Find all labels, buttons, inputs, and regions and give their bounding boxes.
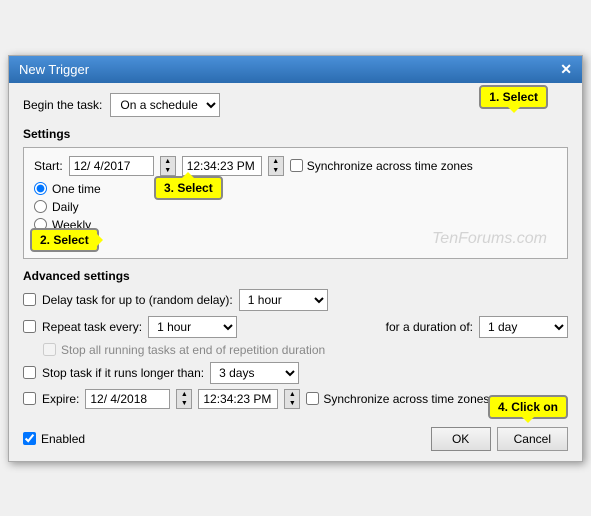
btn-group: OK Cancel — [431, 427, 568, 451]
expire-time-input[interactable] — [198, 389, 278, 409]
expire-date-input[interactable] — [85, 389, 170, 409]
stop-all-checkbox[interactable] — [43, 343, 56, 356]
begin-task-row: Begin the task: On a schedule At log on … — [23, 93, 568, 117]
radio-monthly[interactable]: Monthly — [34, 236, 557, 250]
expire-sync-row: Synchronize across time zones — [306, 392, 489, 406]
ok-button[interactable]: OK — [431, 427, 491, 451]
enabled-checkbox[interactable] — [23, 432, 36, 445]
repeat-label: Repeat task every: — [42, 320, 142, 334]
repeat-row: Repeat task every: 1 hour 5 minutes 15 m… — [23, 316, 568, 338]
callout-2: 2. Select — [30, 228, 99, 252]
expire-time-up-btn[interactable]: ▲ — [285, 390, 299, 399]
sync-row: Synchronize across time zones — [290, 159, 473, 173]
delay-row: Delay task for up to (random delay): 1 h… — [23, 289, 568, 311]
start-date-input[interactable] — [69, 156, 154, 176]
stop-all-label: Stop all running tasks at end of repetit… — [61, 343, 325, 357]
advanced-section: Advanced settings Delay task for up to (… — [23, 269, 568, 409]
callout-3: 3. Select — [154, 176, 223, 200]
duration-label: for a duration of: — [386, 320, 473, 334]
callout-4: 4. Click on — [488, 395, 568, 419]
advanced-label: Advanced settings — [23, 269, 568, 283]
start-row: Start: ▲ ▼ ▲ ▼ Synchronize across time z… — [34, 156, 557, 176]
dialog-title: New Trigger — [19, 62, 89, 77]
radio-daily[interactable]: Daily — [34, 200, 557, 214]
settings-label: Settings — [23, 127, 568, 141]
stop-longer-row: Stop task if it runs longer than: 3 days… — [23, 362, 568, 384]
settings-box: Start: ▲ ▼ ▲ ▼ Synchronize across time z… — [23, 147, 568, 259]
callout-1: 1. Select — [479, 85, 548, 109]
delay-checkbox[interactable] — [23, 293, 36, 306]
begin-task-select[interactable]: On a schedule At log on At startup On id… — [110, 93, 220, 117]
enabled-label: Enabled — [41, 432, 85, 446]
expire-date-down-btn[interactable]: ▼ — [177, 399, 191, 408]
repeat-checkbox[interactable] — [23, 320, 36, 333]
stop-all-row: Stop all running tasks at end of repetit… — [43, 343, 568, 357]
date-spinner[interactable]: ▲ ▼ — [160, 156, 176, 176]
title-bar: New Trigger ✕ — [9, 56, 582, 83]
stop-longer-label: Stop task if it runs longer than: — [42, 366, 204, 380]
radio-weekly[interactable]: Weekly — [34, 218, 557, 232]
expire-label: Expire: — [42, 392, 79, 406]
repeat-select[interactable]: 1 hour 5 minutes 15 minutes 30 minutes — [148, 316, 237, 338]
radio-one-time[interactable]: One time — [34, 182, 557, 196]
stop-longer-select[interactable]: 3 days 30 minutes 1 hour 2 hours 4 hours… — [210, 362, 299, 384]
date-up-btn[interactable]: ▲ — [161, 157, 175, 166]
dialog-body: Begin the task: On a schedule At log on … — [9, 83, 582, 461]
begin-task-label: Begin the task: — [23, 98, 102, 112]
cancel-button[interactable]: Cancel — [497, 427, 568, 451]
time-up-btn[interactable]: ▲ — [269, 157, 283, 166]
radio-group: One time Daily Weekly Monthly — [34, 182, 557, 250]
expire-date-spinner[interactable]: ▲ ▼ — [176, 389, 192, 409]
stop-longer-checkbox[interactable] — [23, 366, 36, 379]
close-button[interactable]: ✕ — [560, 62, 572, 76]
delay-label: Delay task for up to (random delay): — [42, 293, 233, 307]
expire-time-down-btn[interactable]: ▼ — [285, 399, 299, 408]
bottom-row: Enabled 4. Click on OK Cancel — [23, 419, 568, 451]
expire-checkbox[interactable] — [23, 392, 36, 405]
start-label: Start: — [34, 159, 63, 173]
sync-label: Synchronize across time zones — [307, 159, 473, 173]
dialog-window: New Trigger ✕ Begin the task: On a sched… — [8, 55, 583, 462]
delay-select[interactable]: 1 hour 30 minutes 2 hours — [239, 289, 328, 311]
sync-checkbox[interactable] — [290, 159, 303, 172]
expire-time-spinner[interactable]: ▲ ▼ — [284, 389, 300, 409]
enabled-row: Enabled — [23, 432, 85, 446]
date-down-btn[interactable]: ▼ — [161, 166, 175, 175]
time-down-btn[interactable]: ▼ — [269, 166, 283, 175]
time-spinner[interactable]: ▲ ▼ — [268, 156, 284, 176]
expire-sync-checkbox[interactable] — [306, 392, 319, 405]
expire-row: Expire: ▲ ▼ ▲ ▼ Synchronize across time … — [23, 389, 568, 409]
expire-sync-label: Synchronize across time zones — [323, 392, 489, 406]
duration-select[interactable]: 1 day 15 minutes 30 minutes 1 hour 12 ho… — [479, 316, 568, 338]
expire-date-up-btn[interactable]: ▲ — [177, 390, 191, 399]
